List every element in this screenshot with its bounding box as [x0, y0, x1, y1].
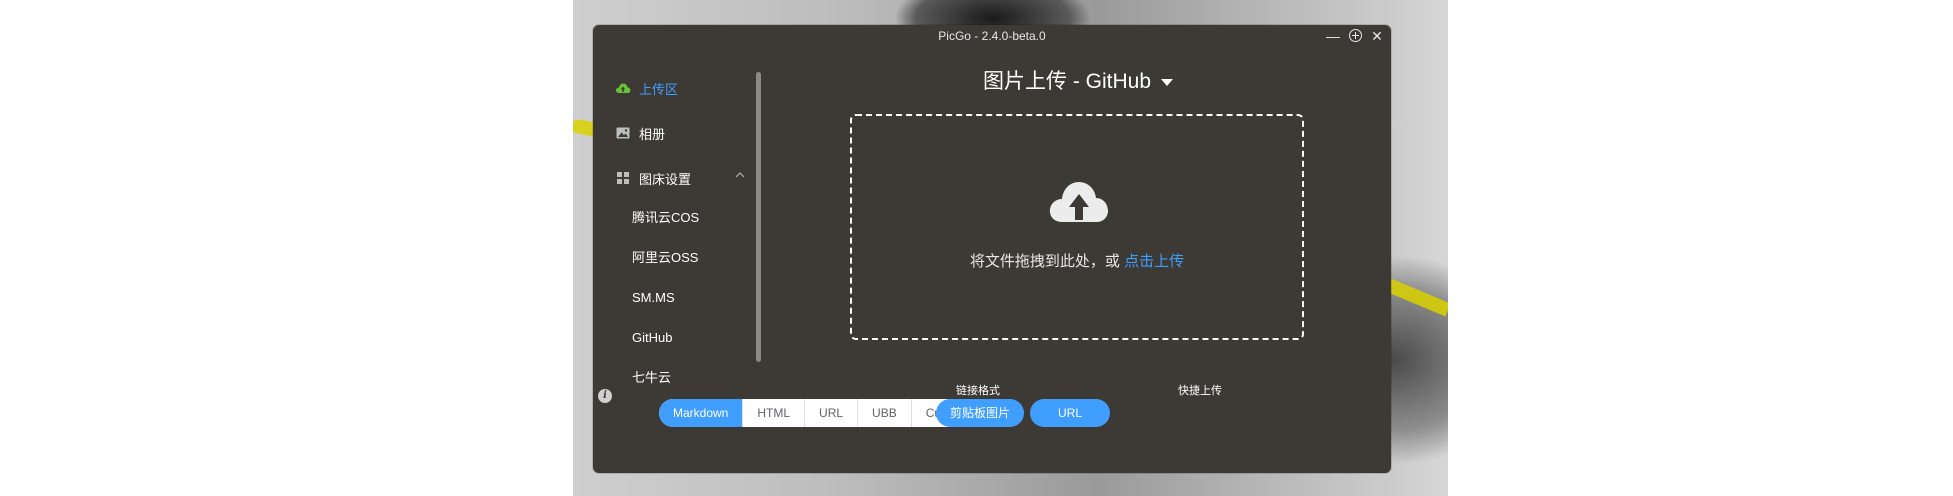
sidebar-item-upload[interactable]: 上传区 [615, 76, 678, 100]
sidebar-item-picbed-settings[interactable]: 图床设置 [615, 166, 691, 190]
sidebar-item-label: 上传区 [639, 81, 679, 97]
window-controls: — ✕ [1325, 28, 1385, 44]
sidebar-item-gallery[interactable]: 相册 [615, 121, 665, 145]
grid-icon [615, 170, 631, 186]
quick-upload-label: 快捷上传 [1178, 385, 1222, 397]
info-icon[interactable]: i [598, 389, 612, 403]
sidebar-sub-item-aliyun-oss[interactable]: 阿里云OSS [632, 247, 698, 269]
dropzone-text: 将文件拖拽到此处，或 点击上传 [969, 253, 1185, 270]
picbed-selector[interactable]: 图片上传 - GitHub [983, 65, 1174, 99]
format-ubb-button[interactable]: UBB [857, 399, 911, 427]
sidebar-sub-item-smms[interactable]: SM.MS [632, 287, 675, 309]
image-icon [615, 125, 631, 141]
chevron-up-icon[interactable] [733, 168, 747, 182]
click-upload-link[interactable]: 点击上传 [1124, 253, 1184, 270]
page-title: 图片上传 - GitHub [983, 70, 1152, 93]
format-html-button[interactable]: HTML [742, 399, 804, 427]
minimize-button[interactable]: — [1325, 28, 1341, 44]
link-format-label: 链接格式 [956, 385, 1000, 397]
cloud-upload-icon [615, 80, 631, 96]
format-url-button[interactable]: URL [804, 399, 857, 427]
sidebar-sub-item-qiniu[interactable]: 七牛云 [632, 367, 671, 389]
window-title: PicGo - 2.4.0-beta.0 [938, 29, 1046, 43]
sidebar-sub-item-github[interactable]: GitHub [632, 327, 672, 349]
sidebar-item-label: 图床设置 [639, 171, 692, 187]
sidebar-scrollbar[interactable] [756, 72, 761, 362]
format-markdown-button[interactable]: Markdown [659, 399, 743, 427]
plus-circle-icon [1348, 29, 1362, 42]
caret-down-icon [1161, 78, 1174, 86]
title-bar[interactable]: PicGo - 2.4.0-beta.0 — ✕ [593, 25, 1391, 47]
maximize-button[interactable] [1347, 28, 1363, 44]
clipboard-upload-button[interactable]: 剪贴板图片 [936, 399, 1024, 427]
close-button[interactable]: ✕ [1369, 28, 1385, 44]
picgo-window: PicGo - 2.4.0-beta.0 — ✕ 上传区 相册 图床设置 腾讯云… [593, 25, 1391, 473]
link-format-group: Markdown HTML URL UBB Custom [659, 399, 982, 427]
upload-dropzone[interactable]: 将文件拖拽到此处，或 点击上传 [850, 114, 1304, 340]
sidebar-sub-item-tencent-cos[interactable]: 腾讯云COS [632, 207, 699, 229]
sidebar-item-label: 相册 [639, 126, 666, 142]
cloud-upload-icon [1049, 182, 1108, 222]
url-upload-button[interactable]: URL [1030, 399, 1110, 427]
